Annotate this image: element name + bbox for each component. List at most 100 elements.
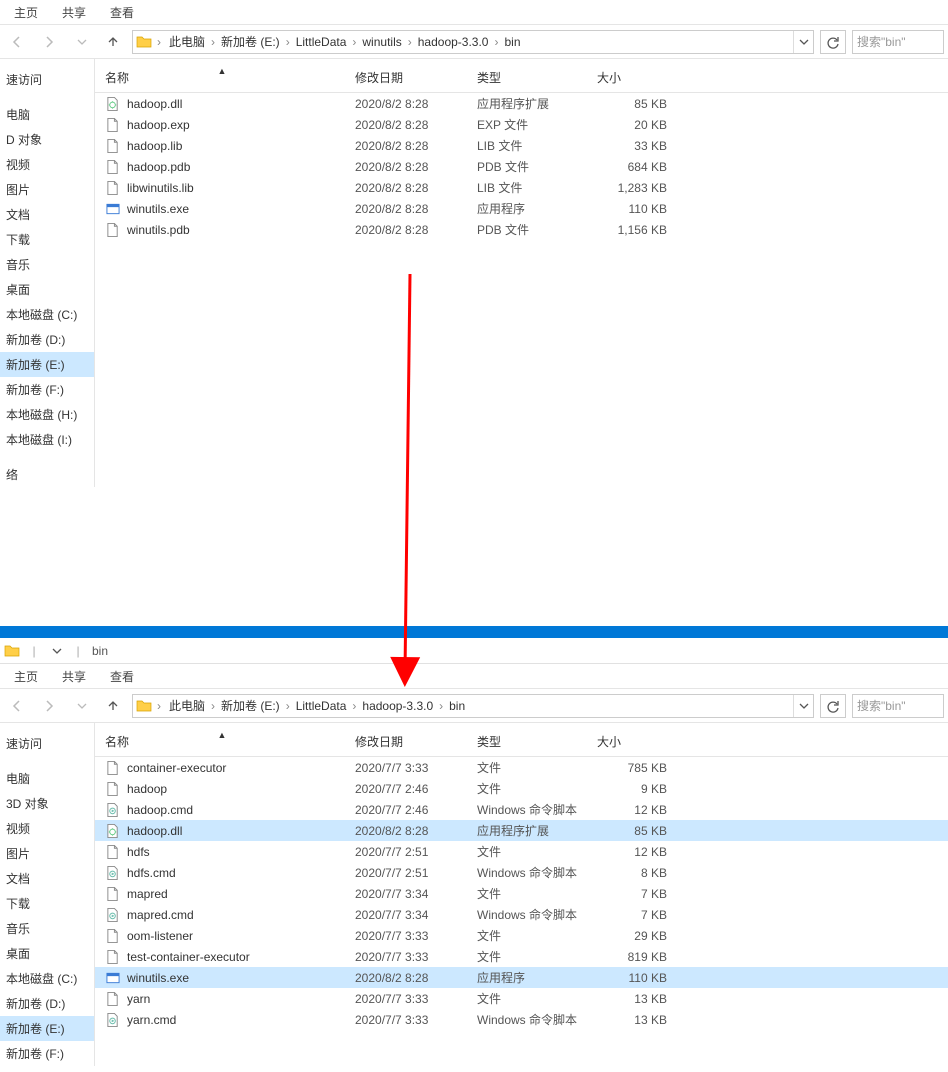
column-size[interactable]: 大小 xyxy=(591,731,681,752)
file-row[interactable]: hdfs.cmd2020/7/7 2:51Windows 命令脚本8 KB xyxy=(95,862,948,883)
file-row[interactable]: mapred2020/7/7 3:34文件7 KB xyxy=(95,883,948,904)
address-bar[interactable]: › 此电脑›新加卷 (E:)›LittleData›hadoop-3.3.0›b… xyxy=(132,694,814,718)
sidebar-item[interactable]: 图片 xyxy=(0,177,94,202)
sidebar-item[interactable]: 本地磁盘 (C:) xyxy=(0,966,94,991)
nav-back-button[interactable] xyxy=(4,694,30,718)
nav-recent-dropdown[interactable] xyxy=(68,694,94,718)
breadcrumb-segment[interactable]: hadoop-3.3.0 xyxy=(358,699,437,713)
sidebar-item[interactable]: 电脑 xyxy=(0,766,94,791)
chevron-right-icon[interactable]: › xyxy=(406,35,414,49)
file-row[interactable]: hadoop.cmd2020/7/7 2:46Windows 命令脚本12 KB xyxy=(95,799,948,820)
sidebar-item[interactable]: 文档 xyxy=(0,202,94,227)
file-row[interactable]: test-container-executor2020/7/7 3:33文件81… xyxy=(95,946,948,967)
sidebar-item[interactable]: 新加卷 (F:) xyxy=(0,377,94,402)
column-date[interactable]: 修改日期 xyxy=(349,731,471,752)
address-dropdown-button[interactable] xyxy=(793,695,811,717)
sidebar-item[interactable]: 本地磁盘 (I:) xyxy=(0,427,94,452)
sidebar-item[interactable]: 下载 xyxy=(0,891,94,916)
file-row[interactable]: hadoop.dll2020/8/2 8:28应用程序扩展85 KB xyxy=(95,820,948,841)
chevron-right-icon[interactable]: › xyxy=(437,699,445,713)
sidebar-item[interactable]: 速访问 xyxy=(0,731,94,756)
file-row[interactable]: hadoop.lib2020/8/2 8:28LIB 文件33 KB xyxy=(95,135,948,156)
ribbon-tab-home[interactable]: 主页 xyxy=(4,664,48,689)
refresh-button[interactable] xyxy=(820,30,846,54)
column-size[interactable]: 大小 xyxy=(591,67,681,88)
sidebar-item[interactable]: 视频 xyxy=(0,152,94,177)
sidebar-item[interactable]: 音乐 xyxy=(0,916,94,941)
sidebar-item[interactable]: D 对象 xyxy=(0,127,94,152)
breadcrumb-segment[interactable]: LittleData xyxy=(292,35,351,49)
ribbon-tab-home[interactable]: 主页 xyxy=(4,0,48,25)
chevron-right-icon[interactable]: › xyxy=(209,699,217,713)
file-row[interactable]: yarn.cmd2020/7/7 3:33Windows 命令脚本13 KB xyxy=(95,1009,948,1030)
address-bar[interactable]: › 此电脑›新加卷 (E:)›LittleData›winutils›hadoo… xyxy=(132,30,814,54)
sidebar-item[interactable]: 电脑 xyxy=(0,102,94,127)
breadcrumb-segment[interactable]: LittleData xyxy=(292,699,351,713)
chevron-right-icon[interactable]: › xyxy=(284,35,292,49)
sidebar-item[interactable]: 络 xyxy=(0,462,94,487)
sidebar-item[interactable]: 3D 对象 xyxy=(0,791,94,816)
breadcrumb-segment[interactable]: winutils xyxy=(358,35,405,49)
breadcrumb-segment[interactable]: hadoop-3.3.0 xyxy=(414,35,493,49)
sidebar-item[interactable]: 音乐 xyxy=(0,252,94,277)
file-row[interactable]: hadoop.dll2020/8/2 8:28应用程序扩展85 KB xyxy=(95,93,948,114)
sidebar-item[interactable]: 本地磁盘 (C:) xyxy=(0,302,94,327)
address-dropdown-button[interactable] xyxy=(793,31,811,53)
sidebar-item[interactable]: 文档 xyxy=(0,866,94,891)
search-input[interactable]: 搜索"bin" xyxy=(852,694,944,718)
title-bar[interactable]: | | bin xyxy=(0,638,948,664)
file-row[interactable]: libwinutils.lib2020/8/2 8:28LIB 文件1,283 … xyxy=(95,177,948,198)
sidebar-item[interactable]: 视频 xyxy=(0,816,94,841)
breadcrumb-segment[interactable]: 新加卷 (E:) xyxy=(217,35,284,49)
file-row[interactable]: mapred.cmd2020/7/7 3:34Windows 命令脚本7 KB xyxy=(95,904,948,925)
sidebar-item[interactable]: 下载 xyxy=(0,227,94,252)
column-date[interactable]: 修改日期 xyxy=(349,67,471,88)
ribbon-tab-view[interactable]: 查看 xyxy=(100,0,144,25)
file-row[interactable]: winutils.pdb2020/8/2 8:28PDB 文件1,156 KB xyxy=(95,219,948,240)
nav-recent-dropdown[interactable] xyxy=(68,30,94,54)
nav-back-button[interactable] xyxy=(4,30,30,54)
file-row[interactable]: hadoop.exp2020/8/2 8:28EXP 文件20 KB xyxy=(95,114,948,135)
column-type[interactable]: 类型 xyxy=(471,67,591,88)
search-input[interactable]: 搜索"bin" xyxy=(852,30,944,54)
chevron-right-icon[interactable]: › xyxy=(284,699,292,713)
chevron-right-icon[interactable]: › xyxy=(209,35,217,49)
chevron-right-icon[interactable]: › xyxy=(155,699,163,713)
sidebar-item[interactable]: 新加卷 (D:) xyxy=(0,991,94,1016)
title-bar-chevron-icon[interactable] xyxy=(48,643,64,659)
column-name[interactable]: 名称▲ xyxy=(95,731,349,752)
file-row[interactable]: winutils.exe2020/8/2 8:28应用程序110 KB xyxy=(95,967,948,988)
sidebar-item[interactable]: 图片 xyxy=(0,841,94,866)
nav-up-button[interactable] xyxy=(100,694,126,718)
file-row[interactable]: winutils.exe2020/8/2 8:28应用程序110 KB xyxy=(95,198,948,219)
nav-forward-button[interactable] xyxy=(36,30,62,54)
sidebar-item[interactable]: 速访问 xyxy=(0,67,94,92)
ribbon-tab-share[interactable]: 共享 xyxy=(52,664,96,689)
breadcrumb-segment[interactable]: bin xyxy=(445,699,469,713)
sidebar-item[interactable]: 新加卷 (D:) xyxy=(0,327,94,352)
breadcrumb-segment[interactable]: 此电脑 xyxy=(165,699,209,713)
file-row[interactable]: oom-listener2020/7/7 3:33文件29 KB xyxy=(95,925,948,946)
file-row[interactable]: hdfs2020/7/7 2:51文件12 KB xyxy=(95,841,948,862)
refresh-button[interactable] xyxy=(820,694,846,718)
chevron-right-icon[interactable]: › xyxy=(155,35,163,49)
column-name[interactable]: 名称▲ xyxy=(95,67,349,88)
sidebar-item[interactable]: 本地磁盘 (H:) xyxy=(0,402,94,427)
nav-up-button[interactable] xyxy=(100,30,126,54)
file-row[interactable]: hadoop.pdb2020/8/2 8:28PDB 文件684 KB xyxy=(95,156,948,177)
sidebar-item[interactable]: 新加卷 (E:) xyxy=(0,1016,94,1041)
sidebar-item[interactable]: 桌面 xyxy=(0,941,94,966)
sidebar-item[interactable]: 桌面 xyxy=(0,277,94,302)
nav-forward-button[interactable] xyxy=(36,694,62,718)
file-row[interactable]: yarn2020/7/7 3:33文件13 KB xyxy=(95,988,948,1009)
ribbon-tab-share[interactable]: 共享 xyxy=(52,0,96,25)
file-row[interactable]: hadoop2020/7/7 2:46文件9 KB xyxy=(95,778,948,799)
sidebar-item[interactable]: 新加卷 (E:) xyxy=(0,352,94,377)
sidebar-item[interactable]: 新加卷 (F:) xyxy=(0,1041,94,1066)
ribbon-tab-view[interactable]: 查看 xyxy=(100,664,144,689)
breadcrumb-segment[interactable]: 此电脑 xyxy=(165,35,209,49)
file-row[interactable]: container-executor2020/7/7 3:33文件785 KB xyxy=(95,757,948,778)
breadcrumb-segment[interactable]: bin xyxy=(500,35,524,49)
column-type[interactable]: 类型 xyxy=(471,731,591,752)
breadcrumb-segment[interactable]: 新加卷 (E:) xyxy=(217,699,284,713)
